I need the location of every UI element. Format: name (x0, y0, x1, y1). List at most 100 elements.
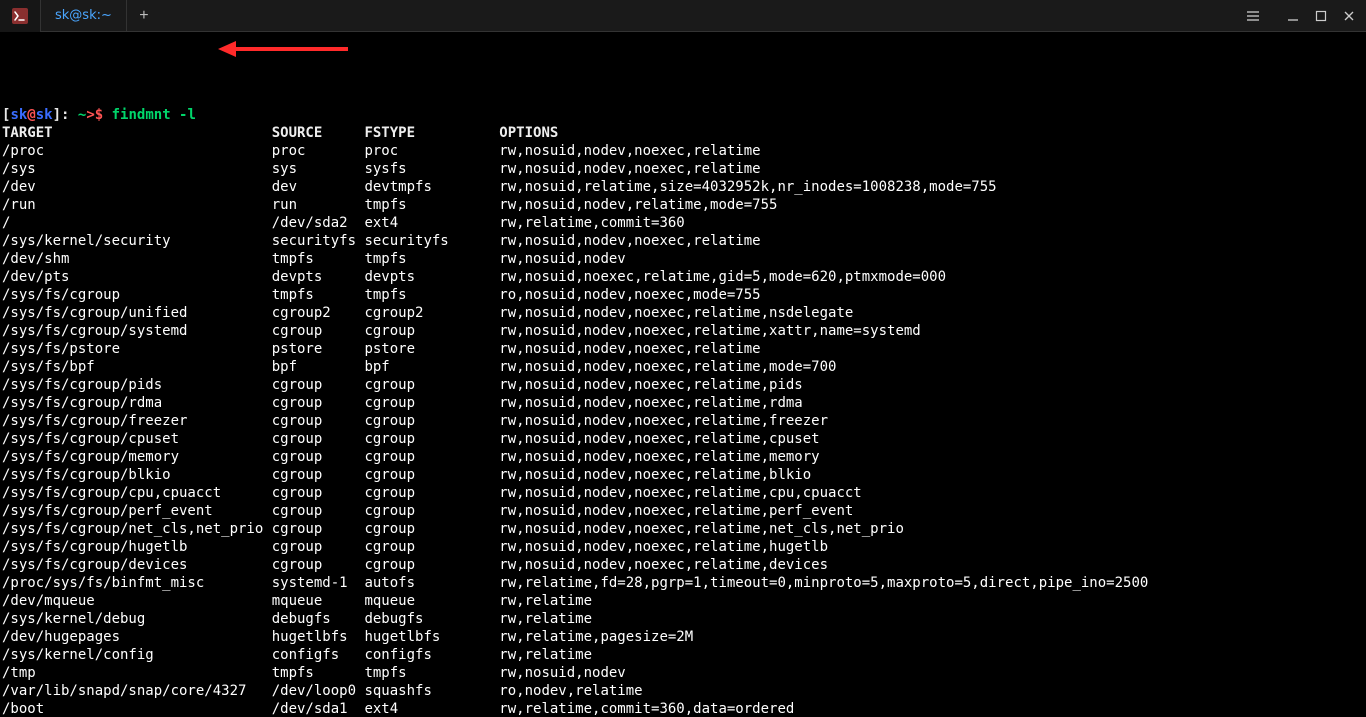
cell-source: /dev/sda2 (272, 215, 365, 231)
cell-fstype: cgroup (364, 395, 499, 411)
cell-fstype: debugfs (364, 611, 499, 627)
cell-fstype: tmpfs (364, 287, 499, 303)
cell-source: cgroup (272, 323, 365, 339)
cell-options: rw,nosuid,nodev,noexec,relatime,cpuset (499, 431, 819, 447)
cell-target: /sys/fs/cgroup/unified (2, 305, 272, 321)
cell-target: /dev/hugepages (2, 629, 272, 645)
cell-fstype: cgroup (364, 431, 499, 447)
table-row: /sys/fs/cgroup/systemd cgroup cgroup rw,… (2, 322, 1364, 340)
cell-fstype: ext4 (364, 701, 499, 717)
cell-target: /sys/kernel/debug (2, 611, 272, 627)
cell-options: rw,nosuid,nodev (499, 251, 625, 267)
table-row: /sys/kernel/config configfs configfs rw,… (2, 646, 1364, 664)
cell-target: /sys/fs/cgroup (2, 287, 272, 303)
new-tab-button[interactable]: + (127, 0, 161, 32)
cell-target: /sys/fs/cgroup/memory (2, 449, 272, 465)
cell-target: /sys/fs/cgroup/pids (2, 377, 272, 393)
header-options: OPTIONS (499, 125, 558, 141)
cell-options: rw,nosuid,nodev,noexec,relatime,mode=700 (499, 359, 836, 375)
table-row: /sys/fs/cgroup/unified cgroup2 cgroup2 r… (2, 304, 1364, 322)
cell-target: /sys/fs/cgroup/systemd (2, 323, 272, 339)
cell-target: /sys/fs/cgroup/net_cls,net_prio (2, 521, 272, 537)
cell-fstype: tmpfs (364, 197, 499, 213)
table-row: /sys/fs/pstore pstore pstore rw,nosuid,n… (2, 340, 1364, 358)
cell-options: rw,nosuid,nodev,noexec,relatime,perf_eve… (499, 503, 853, 519)
cell-source: cgroup (272, 557, 365, 573)
table-row: /sys/fs/cgroup/blkio cgroup cgroup rw,no… (2, 466, 1364, 484)
cell-fstype: pstore (364, 341, 499, 357)
table-row: /sys/kernel/security securityfs security… (2, 232, 1364, 250)
tab-terminal[interactable]: sk@sk:~ (41, 0, 127, 32)
table-row: /sys/fs/cgroup/memory cgroup cgroup rw,n… (2, 448, 1364, 466)
cell-source: cgroup (272, 449, 365, 465)
cell-options: rw,nosuid,nodev,noexec,relatime (499, 161, 760, 177)
command-text: findmnt -l (112, 107, 196, 123)
prompt-at: @ (27, 107, 35, 123)
cell-source: systemd-1 (272, 575, 365, 591)
header-target: TARGET (2, 125, 272, 141)
prompt-close: ] (53, 107, 61, 123)
cell-target: /sys/kernel/security (2, 233, 272, 249)
cell-source: run (272, 197, 365, 213)
cell-target: /dev/mqueue (2, 593, 272, 609)
cell-source: debugfs (272, 611, 365, 627)
maximize-button[interactable] (1308, 3, 1334, 29)
table-row: /sys/fs/cgroup/net_cls,net_prio cgroup c… (2, 520, 1364, 538)
header-source: SOURCE (272, 125, 365, 141)
cell-options: rw,nosuid,nodev,noexec,relatime,blkio (499, 467, 811, 483)
cell-options: rw,nosuid,nodev,noexec,relatime,cpu,cpua… (499, 485, 861, 501)
prompt-colon: : (61, 107, 78, 123)
cell-options: rw,nosuid,nodev,noexec,relatime,devices (499, 557, 828, 573)
menu-button[interactable] (1240, 3, 1266, 29)
cell-source: cgroup (272, 503, 365, 519)
cell-target: / (2, 215, 272, 231)
table-row: /sys/fs/cgroup/hugetlb cgroup cgroup rw,… (2, 538, 1364, 556)
cell-source: cgroup (272, 539, 365, 555)
cell-options: ro,nosuid,nodev,noexec,mode=755 (499, 287, 760, 303)
cell-fstype: cgroup (364, 377, 499, 393)
cell-source: mqueue (272, 593, 365, 609)
cell-fstype: squashfs (364, 683, 499, 699)
close-button[interactable] (1336, 3, 1362, 29)
cell-source: cgroup2 (272, 305, 365, 321)
terminal-area[interactable]: [sk@sk]: ~>$ findmnt -lTARGET SOURCE FST… (0, 32, 1366, 717)
cell-fstype: cgroup (364, 539, 499, 555)
cell-source: cgroup (272, 467, 365, 483)
cell-options: rw,relatime,commit=360,data=ordered (499, 701, 794, 717)
cell-target: /dev/shm (2, 251, 272, 267)
cell-fstype: cgroup (364, 557, 499, 573)
cell-options: rw,relatime (499, 593, 592, 609)
cell-target: /sys/fs/cgroup/cpu,cpuacct (2, 485, 272, 501)
cell-fstype: securityfs (364, 233, 499, 249)
table-row: /sys/fs/cgroup tmpfs tmpfs ro,nosuid,nod… (2, 286, 1364, 304)
table-row: /dev/mqueue mqueue mqueue rw,relatime (2, 592, 1364, 610)
cell-target: /proc/sys/fs/binfmt_misc (2, 575, 272, 591)
cell-target: /sys (2, 161, 272, 177)
cell-source: cgroup (272, 485, 365, 501)
cell-source: /dev/sda1 (272, 701, 365, 717)
cell-source: securityfs (272, 233, 365, 249)
table-row: /dev/shm tmpfs tmpfs rw,nosuid,nodev (2, 250, 1364, 268)
tab-app-icon[interactable] (0, 0, 41, 32)
table-row: /sys/fs/cgroup/pids cgroup cgroup rw,nos… (2, 376, 1364, 394)
cell-options: rw,relatime,pagesize=2M (499, 629, 693, 645)
cell-options: rw,nosuid,nodev,noexec,relatime (499, 233, 760, 249)
window-controls (1240, 0, 1362, 32)
table-row: /sys/kernel/debug debugfs debugfs rw,rel… (2, 610, 1364, 628)
prompt-ps: >$ (86, 107, 111, 123)
cell-fstype: cgroup (364, 449, 499, 465)
cell-target: /dev (2, 179, 272, 195)
table-row: /proc/sys/fs/binfmt_misc systemd-1 autof… (2, 574, 1364, 592)
cell-fstype: cgroup (364, 323, 499, 339)
cell-options: rw,nosuid,nodev,relatime,mode=755 (499, 197, 777, 213)
cell-source: tmpfs (272, 665, 365, 681)
cell-fstype: cgroup2 (364, 305, 499, 321)
cell-options: rw,nosuid,nodev,noexec,relatime (499, 143, 760, 159)
minimize-button[interactable] (1280, 3, 1306, 29)
cell-options: rw,nosuid,nodev,noexec,relatime,rdma (499, 395, 802, 411)
table-row: /proc proc proc rw,nosuid,nodev,noexec,r… (2, 142, 1364, 160)
cell-target: /sys/fs/cgroup/perf_event (2, 503, 272, 519)
table-row: /dev dev devtmpfs rw,nosuid,relatime,siz… (2, 178, 1364, 196)
table-row: /boot /dev/sda1 ext4 rw,relatime,commit=… (2, 700, 1364, 717)
cell-options: rw,nosuid,nodev (499, 665, 625, 681)
